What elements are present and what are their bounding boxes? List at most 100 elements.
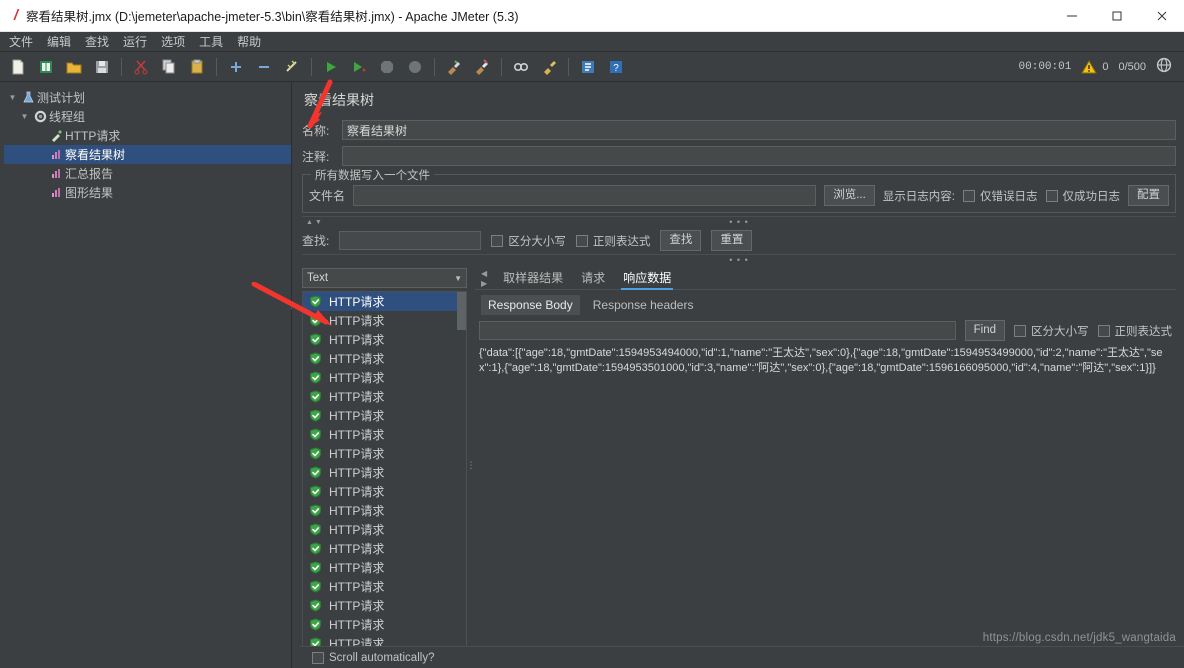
splitter-arrows-icon[interactable]: ▲▼	[306, 219, 324, 226]
scroll-automatically-label: Scroll automatically?	[329, 651, 435, 664]
maximize-button[interactable]	[1094, 0, 1139, 32]
search-regex-checkbox[interactable]: 正则表达式	[575, 233, 650, 249]
shutdown-icon[interactable]	[402, 55, 428, 79]
stop-icon[interactable]	[374, 55, 400, 79]
expand-all-icon[interactable]	[223, 55, 249, 79]
result-list-item[interactable]: HTTP请求	[303, 482, 466, 501]
splitter-bar-bottom[interactable]: • • •	[302, 254, 1176, 265]
result-list-item[interactable]: HTTP请求	[303, 311, 466, 330]
result-list-item[interactable]: HTTP请求	[303, 558, 466, 577]
tree-node-view-results-tree[interactable]: 察看结果树	[4, 145, 291, 164]
menu-edit[interactable]: 编辑	[40, 32, 78, 52]
close-button[interactable]	[1139, 0, 1184, 32]
scroll-automatically-checkbox[interactable]: Scroll automatically?	[312, 651, 435, 664]
open-icon[interactable]	[61, 55, 87, 79]
success-shield-icon	[309, 561, 322, 574]
result-list-item[interactable]: HTTP请求	[303, 539, 466, 558]
success-only-checkbox[interactable]: 仅成功日志	[1045, 188, 1121, 204]
menu-tools[interactable]: 工具	[192, 32, 230, 52]
result-list-item[interactable]: HTTP请求	[303, 406, 466, 425]
clear-all-icon[interactable]	[469, 55, 495, 79]
search-reset-icon[interactable]	[536, 55, 562, 79]
results-scrollbar[interactable]	[457, 292, 466, 662]
globe-icon[interactable]	[1156, 57, 1172, 76]
horizontal-splitter-grip[interactable]: ⋮	[288, 295, 296, 315]
name-input[interactable]	[342, 120, 1176, 140]
result-list-item[interactable]: HTTP请求	[303, 292, 466, 311]
result-list-item[interactable]: HTTP请求	[303, 596, 466, 615]
help-icon[interactable]: ?	[603, 55, 629, 79]
search-input[interactable]	[339, 231, 482, 250]
result-list-item[interactable]: HTTP请求	[303, 349, 466, 368]
response-case-checkbox[interactable]: 区分大小写	[1014, 323, 1089, 339]
result-list-item[interactable]: HTTP请求	[303, 368, 466, 387]
menu-search[interactable]: 查找	[78, 32, 116, 52]
cut-icon[interactable]	[128, 55, 154, 79]
result-list-item[interactable]: HTTP请求	[303, 425, 466, 444]
toggle-icon[interactable]	[279, 55, 305, 79]
results-scrollbar-thumb[interactable]	[457, 292, 466, 330]
start-icon[interactable]	[318, 55, 344, 79]
paste-icon[interactable]	[184, 55, 210, 79]
checkbox-box	[963, 189, 975, 202]
success-shield-icon	[310, 466, 321, 479]
splitter-bar-top[interactable]: ▲▼ • • •	[302, 216, 1176, 227]
menu-file[interactable]: 文件	[2, 32, 40, 52]
templates-icon[interactable]	[33, 55, 59, 79]
response-regex-checkbox[interactable]: 正则表达式	[1097, 323, 1172, 339]
test-plan-icon	[19, 91, 37, 104]
tab-request[interactable]: 请求	[579, 267, 607, 289]
menu-run[interactable]: 运行	[116, 32, 154, 52]
result-list-item[interactable]: HTTP请求	[303, 387, 466, 406]
tree-node-graph-results[interactable]: 图形结果	[4, 183, 291, 202]
expand-toggle-icon[interactable]: ▼	[6, 93, 19, 102]
warning-indicator[interactable]: 0	[1081, 59, 1108, 74]
minimize-button[interactable]	[1049, 0, 1094, 32]
expand-toggle-icon[interactable]: ▼	[18, 112, 31, 121]
result-list-item[interactable]: HTTP请求	[303, 577, 466, 596]
tab-scroll-arrows-icon[interactable]: ◀ ▶	[481, 269, 487, 289]
errors-only-checkbox[interactable]: 仅错误日志	[963, 188, 1038, 204]
search-reset-button[interactable]: 重置	[711, 230, 753, 251]
tab-response-data[interactable]: 响应数据	[621, 267, 674, 290]
tree-node-http-request[interactable]: HTTP请求	[4, 126, 291, 145]
filename-input[interactable]	[353, 185, 817, 206]
result-list-item[interactable]: HTTP请求	[303, 501, 466, 520]
response-find-button[interactable]: Find	[964, 320, 1005, 341]
clear-icon[interactable]	[441, 55, 467, 79]
search-case-checkbox[interactable]: 区分大小写	[491, 233, 566, 249]
save-icon[interactable]	[89, 55, 115, 79]
collapse-all-icon[interactable]	[251, 55, 277, 79]
result-item-label: HTTP请求	[329, 542, 385, 556]
vertical-splitter[interactable]: ⋮	[467, 268, 476, 663]
result-item-label: HTTP请求	[329, 580, 385, 594]
subtab-response-body[interactable]: Response Body	[481, 295, 580, 315]
config-button[interactable]: 配置	[1128, 185, 1169, 206]
browse-button[interactable]: 浏览...	[824, 185, 875, 206]
tree-node-test-plan[interactable]: ▼ 测试计划	[4, 88, 291, 107]
new-icon[interactable]	[5, 55, 31, 79]
result-list-item[interactable]: HTTP请求	[303, 330, 466, 349]
renderer-select[interactable]: Text ▼	[302, 268, 467, 288]
response-find-input[interactable]	[479, 321, 956, 340]
search-icon[interactable]	[508, 55, 534, 79]
tab-sampler-result[interactable]: 取样器结果	[501, 267, 565, 289]
subtab-response-headers[interactable]: Response headers	[586, 295, 701, 315]
copy-icon[interactable]	[156, 55, 182, 79]
success-shield-icon	[309, 466, 322, 479]
result-list-item[interactable]: HTTP请求	[303, 463, 466, 482]
menu-options[interactable]: 选项	[154, 32, 192, 52]
menu-help[interactable]: 帮助	[230, 32, 268, 52]
result-list-item[interactable]: HTTP请求	[303, 520, 466, 539]
tree-node-thread-group[interactable]: ▼ 线程组	[4, 107, 291, 126]
start-no-pauses-icon[interactable]	[346, 55, 372, 79]
tree-node-summary-report[interactable]: 汇总报告	[4, 164, 291, 183]
search-find-button[interactable]: 查找	[660, 230, 702, 251]
result-list-item[interactable]: HTTP请求	[303, 615, 466, 634]
response-body-text[interactable]: {"data":[{"age":18,"gmtDate":15949534940…	[479, 346, 1172, 663]
success-only-label: 仅成功日志	[1062, 190, 1121, 203]
result-list-item[interactable]: HTTP请求	[303, 444, 466, 463]
comment-input[interactable]	[342, 146, 1176, 166]
function-helper-icon[interactable]	[575, 55, 601, 79]
sampler-result-list[interactable]: HTTP请求 HTTP请求 HTTP请求 HTTP请求 HTTP请求 HTTP请求 HTTP…	[302, 291, 467, 663]
